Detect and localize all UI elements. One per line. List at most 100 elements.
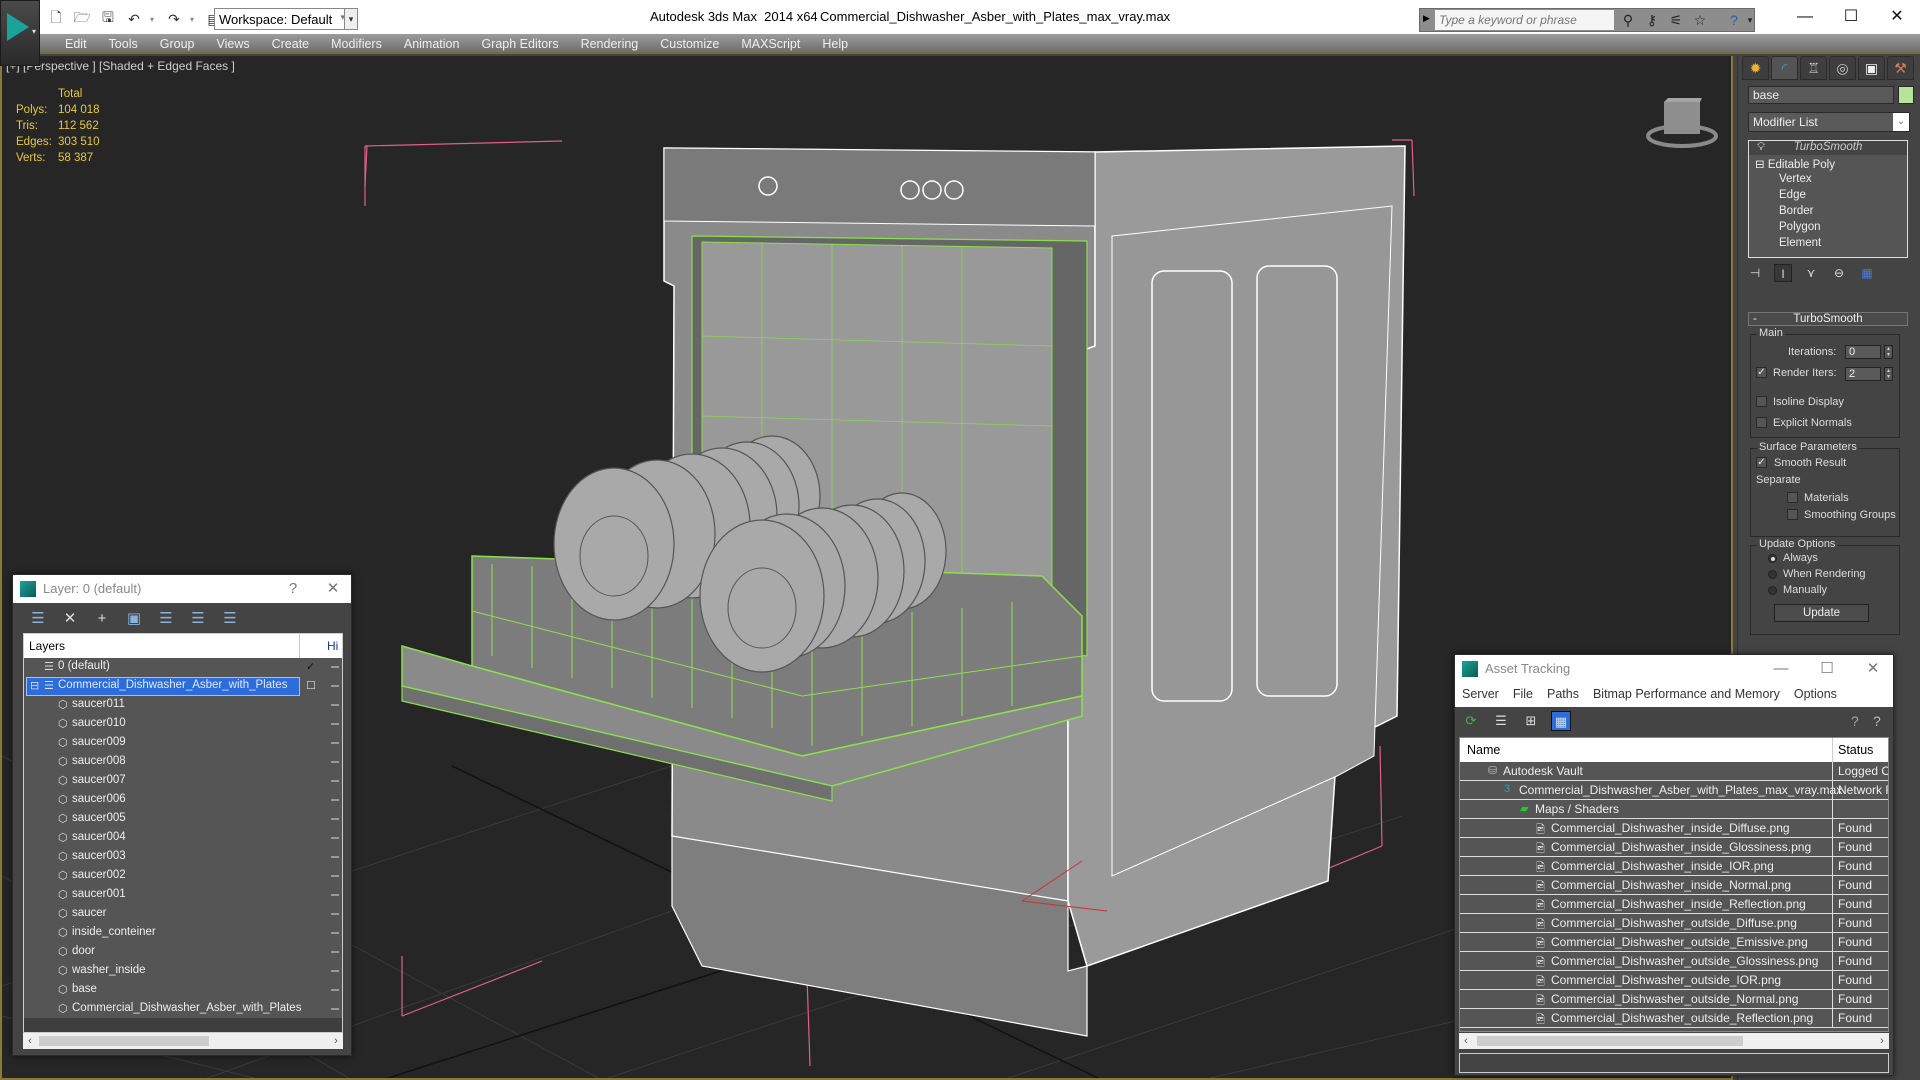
hide-toggle[interactable] [331,1008,339,1010]
explicit-normals-checkbox[interactable] [1756,417,1767,428]
minimize-button[interactable]: — [1782,4,1828,30]
dialog-title-bar[interactable]: Layer: 0 (default) ? ✕ [13,575,351,603]
object-row[interactable]: ⬡ saucer011 [24,696,339,715]
object-color-swatch[interactable] [1898,86,1914,104]
layer-row[interactable]: ⊟ ☰ Commercial_Dishwasher_Asber_with_Plate… [24,677,339,696]
chevron-down-icon[interactable]: ▾ [1740,11,1760,29]
scrollbar-thumb[interactable] [1477,1036,1743,1046]
subobject-border[interactable]: Border [1779,205,1814,217]
scroll-left-icon[interactable]: ‹ [23,1033,37,1049]
object-row[interactable]: ⬡ saucer007 [24,772,339,791]
modify-icon[interactable]: ◜ [1771,56,1798,80]
add-to-layer-icon[interactable]: + [91,609,113,629]
hide-toggle[interactable] [331,970,339,972]
column-layers[interactable]: Layers [29,639,65,653]
column-name[interactable]: Name [1467,743,1500,757]
context-help-icon[interactable]: ? [1873,713,1881,729]
asset-row[interactable]: 🖻︎ Commercial_Dishwasher_inside_Diffuse.p… [1460,819,1888,838]
object-row[interactable]: ⬡ saucer004 [24,829,339,848]
column-status[interactable]: Status [1838,743,1873,757]
menu-help[interactable]: Help [811,35,859,51]
close-button[interactable]: ✕ [1874,4,1920,30]
toolbar-overflow-button[interactable]: ▾ [344,8,358,30]
utilities-icon[interactable]: ⚒ [1887,56,1914,80]
scroll-right-icon[interactable]: › [329,1033,343,1049]
object-row[interactable]: ⬡ saucer009 [24,734,339,753]
hide-toggle[interactable] [331,799,339,801]
update-manually-radio[interactable] [1768,586,1777,595]
online-help-icon[interactable]: ? [1851,713,1859,729]
menu-paths[interactable]: Paths [1547,683,1579,707]
hide-toggle[interactable] [331,951,339,953]
refresh-icon[interactable]: ⟳ [1461,711,1481,731]
hide-toggle[interactable] [331,989,339,991]
scroll-left-icon[interactable]: ‹ [1459,1033,1473,1049]
scroll-right-icon[interactable]: › [1875,1033,1889,1049]
smooth-result-checkbox[interactable]: ✓ [1756,457,1767,468]
close-button[interactable]: ✕ [1861,658,1885,680]
hierarchy-icon[interactable]: ♖ [1800,56,1827,80]
asset-row[interactable]: 🖻︎ Commercial_Dishwasher_outside_IOR.png F… [1460,971,1888,990]
maximize-button[interactable]: ☐ [1815,658,1839,680]
stack-item-turbosmooth[interactable]: 💡︎ TurboSmooth [1749,141,1907,155]
hide-toggle[interactable] [331,723,339,725]
hide-toggle[interactable] [331,666,339,668]
materials-checkbox[interactable] [1787,492,1798,503]
asset-row[interactable]: 🖻︎ Commercial_Dishwasher_outside_Emissive… [1460,933,1888,952]
asset-row[interactable]: ⛁ Autodesk Vault Logged O [1460,762,1888,781]
create-icon[interactable]: ✹ [1742,56,1769,80]
freeze-icon[interactable]: ☰ [219,609,241,629]
redo-dropdown-icon[interactable]: ▾ [190,15,198,24]
smoothing-groups-checkbox[interactable] [1787,509,1798,520]
asset-row[interactable]: ▰ Maps / Shaders [1460,800,1888,819]
object-row[interactable]: ⬡ saucer010 [24,715,339,734]
new-layer-icon[interactable]: ☰ [27,609,49,629]
object-row[interactable]: ⬡ saucer001 [24,886,339,905]
hide-toggle[interactable] [331,837,339,839]
close-button[interactable]: ✕ [321,578,345,600]
help-button[interactable]: ? [281,578,305,600]
application-menu-button[interactable]: ▾ [0,0,40,66]
asset-row[interactable]: 🖻︎ Commercial_Dishwasher_inside_IOR.png Fo… [1460,857,1888,876]
viewcube-face-top[interactable] [1664,98,1702,102]
object-row[interactable]: ⬡ saucer005 [24,810,339,829]
object-row[interactable]: ⬡ saucer008 [24,753,339,772]
save-icon[interactable]: 🖫 [98,9,118,28]
key-icon[interactable]: ⚷ [1642,11,1662,29]
delete-icon[interactable]: ✕ [59,609,81,629]
new-icon[interactable]: 🗋 [46,9,66,28]
asset-row[interactable]: 🖻︎ Commercial_Dishwasher_inside_Normal.pn… [1460,876,1888,895]
viewcube[interactable] [1642,92,1722,152]
menu-animation[interactable]: Animation [393,35,471,51]
subobject-polygon[interactable]: Polygon [1779,221,1821,233]
current-layer-check-icon[interactable]: ✓ [306,660,315,673]
menu-rendering[interactable]: Rendering [570,35,650,51]
hide-toggle[interactable] [331,742,339,744]
isoline-display-checkbox[interactable] [1756,396,1767,407]
select-objects-icon[interactable]: ▣ [123,609,145,629]
undo-dropdown-icon[interactable]: ▾ [150,15,158,24]
viewport-label[interactable]: [+] [Perspective ] [Shaded + Edged Faces… [6,59,235,73]
list-view-icon[interactable]: ☰ [1491,711,1511,731]
layer-row[interactable]: ☰ 0 (default) ✓ [24,658,339,677]
render-iters-field[interactable]: 2 [1845,367,1881,381]
remove-modifier-icon[interactable]: ⊖ [1830,264,1848,282]
object-row[interactable]: ⬡ inside_conteiner [24,924,339,943]
hide-toggle[interactable] [331,818,339,820]
menu-views[interactable]: Views [205,35,260,51]
pin-stack-icon[interactable]: ⊣ [1746,264,1764,282]
collapse-icon[interactable]: ⊟ [1755,159,1765,171]
object-row[interactable]: ⬡ saucer003 [24,848,339,867]
redo-icon[interactable]: ↷ [164,10,184,28]
menu-edit[interactable]: Edit [54,35,98,51]
viewcube-face-front[interactable] [1664,102,1700,134]
update-button[interactable]: Update [1774,604,1869,622]
asset-row[interactable]: 3 Commercial_Dishwasher_Asber_with_Plates… [1460,781,1888,800]
hide-toggle[interactable] [331,856,339,858]
asset-row[interactable]: 🖻︎ Commercial_Dishwasher_inside_Glossines… [1460,838,1888,857]
subobject-element[interactable]: Element [1779,237,1821,249]
render-iters-checkbox[interactable]: ✓ [1756,367,1767,378]
stack-item-editable-poly[interactable]: ⊟ Editable Poly [1755,157,1835,171]
make-unique-icon[interactable]: ⋎ [1802,264,1820,282]
object-row[interactable]: ⬡ saucer [24,905,339,924]
